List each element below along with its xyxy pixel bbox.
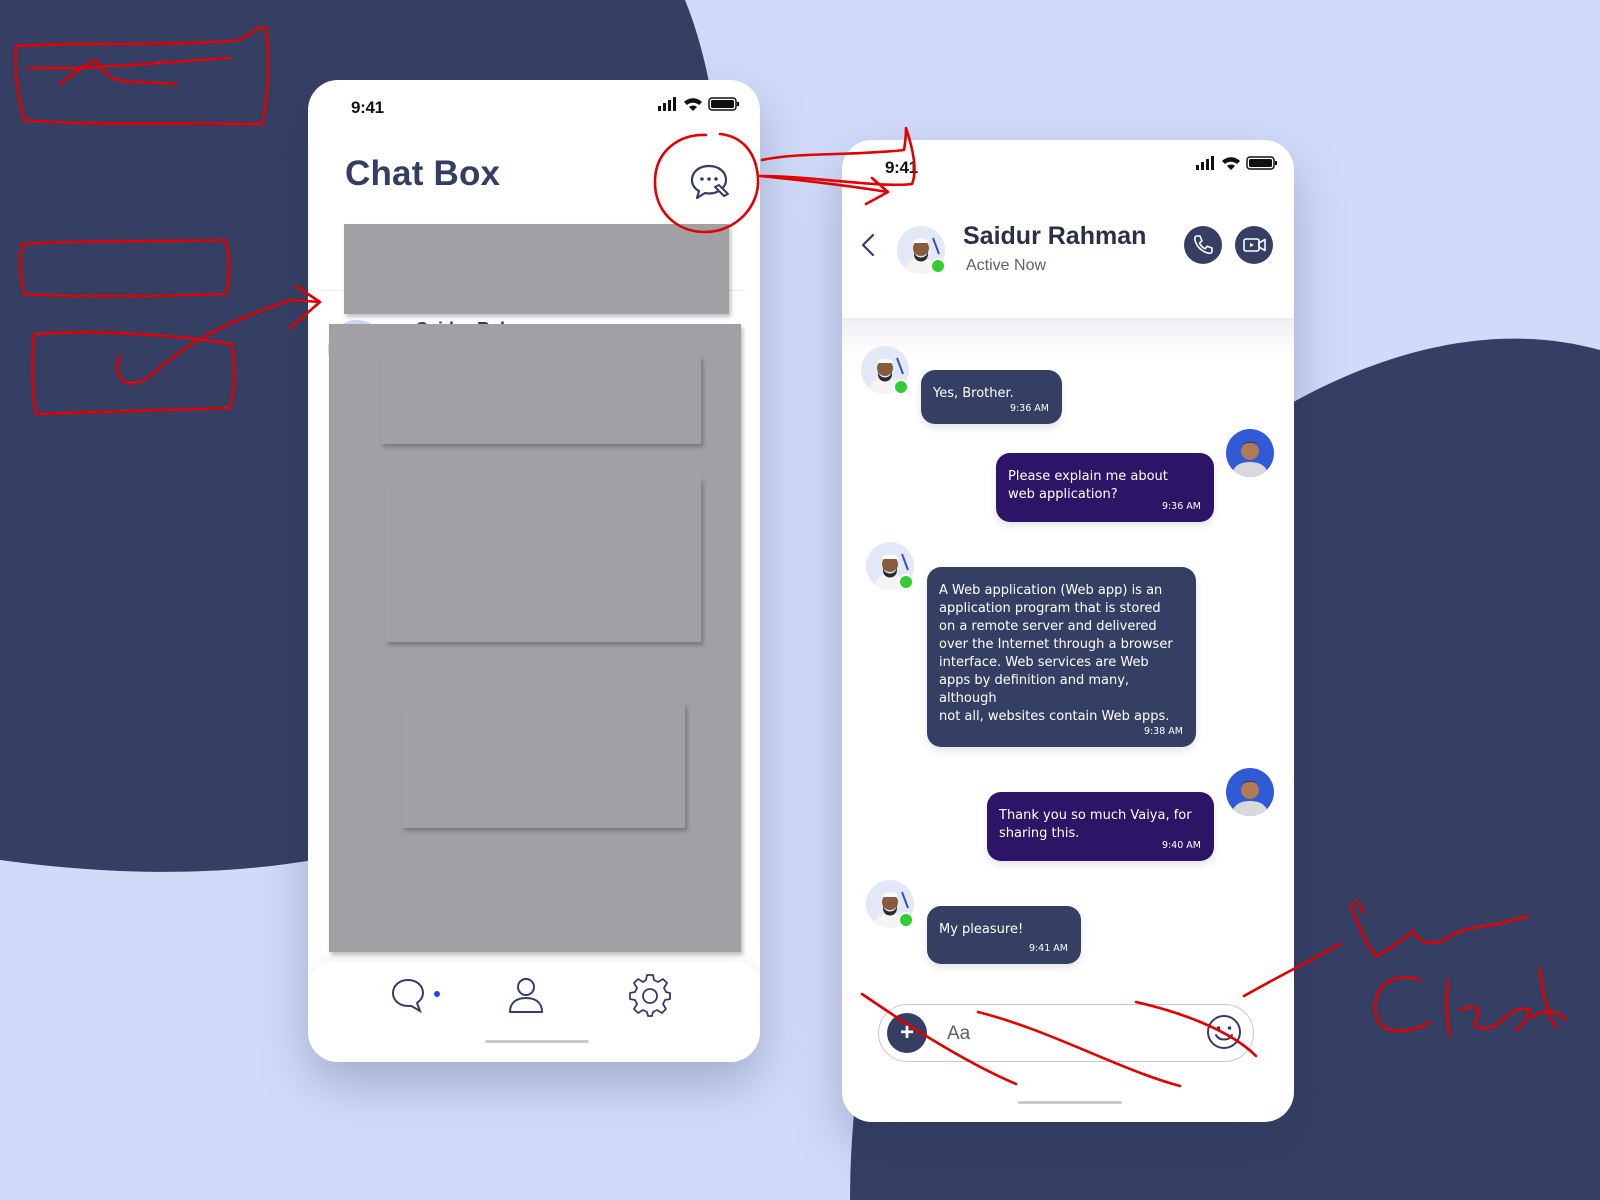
annotation-arrow xyxy=(758,126,916,206)
annotation-scribble xyxy=(26,56,232,86)
annotation-box xyxy=(14,25,270,126)
annotation-overlay xyxy=(14,25,1568,1088)
annotation-strike xyxy=(976,1010,1182,1088)
annotation-strike xyxy=(1134,1000,1258,1058)
annotation-box xyxy=(31,331,236,416)
annotation-handwriting xyxy=(1242,898,1530,998)
annotation-circle xyxy=(653,132,760,234)
annotation-box xyxy=(19,238,231,298)
annotation-handwriting xyxy=(1373,966,1568,1038)
annotation-strike xyxy=(860,992,1018,1086)
